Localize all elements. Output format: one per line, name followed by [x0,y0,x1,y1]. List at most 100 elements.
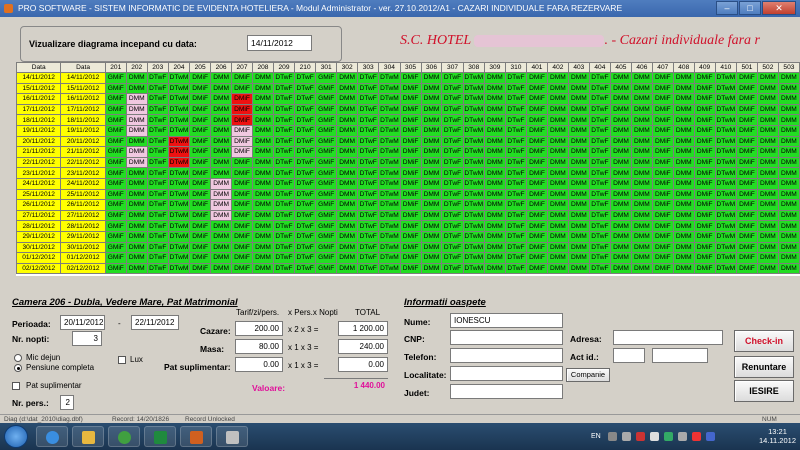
room-cell[interactable]: DMiF [189,199,212,211]
room-cell[interactable]: DMiF [735,252,758,264]
row-date-cell[interactable]: 02/12/2012 [16,262,62,275]
room-cell[interactable]: DTwF [588,209,611,222]
room-cell[interactable]: DMM [672,72,695,84]
room-cell[interactable]: DMM [777,177,800,190]
room-cell[interactable]: DMM [210,230,233,243]
room-cell[interactable]: DTwF [441,124,464,137]
room-cell[interactable]: DTwM [462,177,485,190]
room-cell[interactable]: DMM [609,252,632,264]
room-cell[interactable]: DTwM [167,188,191,201]
room-cell[interactable]: DMiF [735,199,758,211]
room-cell[interactable]: DMM [672,103,695,116]
room-cell[interactable]: DTwM [167,262,191,275]
room-cell[interactable]: DTwF [272,230,296,243]
room-cell[interactable]: DTwF [294,103,317,116]
room-cell[interactable]: DMM [251,209,274,222]
room-cell[interactable]: DMM [609,177,632,190]
room-cell[interactable]: DMiF [651,82,674,95]
room-cell[interactable]: DTwF [272,72,296,84]
room-cell[interactable]: DMM [546,72,569,84]
room-cell[interactable]: DTwF [504,177,528,190]
room-cell[interactable]: DTwF [441,188,464,201]
room-cell[interactable]: DTwM [167,252,191,264]
room-cell[interactable]: DMM [210,262,233,275]
room-cell[interactable]: DTwM [714,167,737,179]
room-cell[interactable]: GMiF [315,82,338,95]
room-cell[interactable]: DMiF [526,135,548,148]
room-cell[interactable]: DMiF [399,72,422,84]
room-cell[interactable]: DTwF [272,252,296,264]
room-cell[interactable]: GMiF [104,252,127,264]
room-cell[interactable]: DMM [609,135,632,148]
tray-speaker-icon[interactable] [678,432,687,441]
room-cell[interactable]: DMM [672,177,695,190]
table-row[interactable]: 25/11/2012 25/11/2012 GMiF DMM DTwF DTwM DMiF D… [16,188,800,201]
room-cell[interactable]: DTwF [146,156,169,169]
tray-network-icon[interactable] [622,432,631,441]
room-cell[interactable]: DMiF [399,209,422,222]
room-cell[interactable]: DMiF [651,241,674,254]
room-cell[interactable]: DMiF [651,188,674,201]
room-cell[interactable]: DMM [672,262,695,275]
room-cell[interactable]: GMiF [315,252,338,264]
room-cell[interactable]: DMM [609,72,632,84]
room-cell[interactable]: DTwF [441,230,464,243]
room-cell[interactable]: DTwF [146,188,169,201]
room-cell[interactable]: DTwM [167,241,191,254]
room-cell[interactable]: DTwF [357,135,380,148]
room-cell[interactable]: DTwM [378,209,401,222]
row-date-cell[interactable]: 15/11/2012 [60,82,106,95]
room-cell[interactable]: DMM [210,252,233,264]
room-cell[interactable]: DTwF [504,230,528,243]
tray-antivirus-icon[interactable] [636,432,645,441]
room-cell[interactable]: DMM [609,199,632,211]
room-cell[interactable]: DTwF [272,167,296,179]
room-cell[interactable]: DMM [210,146,233,158]
room-cell[interactable]: GMiF [315,262,338,275]
room-cell[interactable]: DTwF [294,124,317,137]
room-cell[interactable]: DMiF [399,230,422,243]
room-cell[interactable]: DMM [483,188,506,201]
localitate-field[interactable] [450,366,563,381]
room-cell[interactable]: DTwF [294,252,317,264]
room-cell[interactable]: DTwF [272,220,296,232]
room-cell[interactable]: DTwF [146,241,169,254]
room-cell[interactable]: DMiF [735,124,758,137]
room-cell[interactable]: DMM [420,262,443,275]
room-cell[interactable]: DTwF [588,177,611,190]
room-cell[interactable]: DMiF [189,93,212,105]
room-cell[interactable]: DMM [567,82,590,95]
room-cell[interactable]: DTwF [588,135,611,148]
room-cell[interactable]: DTwM [462,93,485,105]
room-cell[interactable]: DMiF [231,146,253,158]
room-cell[interactable]: DMM [251,220,274,232]
row-date-cell[interactable]: 21/11/2012 [16,146,62,158]
room-cell[interactable]: DTwF [441,177,464,190]
row-date-cell[interactable]: 01/12/2012 [60,252,106,264]
room-cell[interactable]: DMM [546,177,569,190]
room-cell[interactable]: DTwF [294,209,317,222]
room-cell[interactable]: DMiF [231,114,253,126]
table-row[interactable]: 02/12/2012 02/12/2012 GMiF DMM DTwF DTwM DMiF D… [16,262,800,275]
room-cell[interactable]: DTwF [294,114,317,126]
room-cell[interactable]: DMM [756,93,779,105]
table-row[interactable]: 14/11/2012 14/11/2012 GMiF DMM DTwF DTwM DMiF D… [16,72,800,84]
room-cell[interactable]: DTwF [588,220,611,232]
room-cell[interactable]: DMM [756,209,779,222]
room-cell[interactable]: DMM [483,252,506,264]
room-cell[interactable]: DMM [483,199,506,211]
room-cell[interactable]: DTwF [357,72,380,84]
table-row[interactable]: 18/11/2012 18/11/2012 GMiF DMM DTwF DTwM DMiF D… [16,114,800,126]
table-row[interactable]: 28/11/2012 28/11/2012 GMiF DMM DTwF DTwM DMiF D… [16,220,800,232]
room-cell[interactable]: DTwM [167,220,191,232]
room-cell[interactable]: DMM [567,135,590,148]
room-cell[interactable]: DTwF [588,124,611,137]
room-cell[interactable]: GMiF [315,167,338,179]
room-cell[interactable]: DTwF [272,188,296,201]
room-cell[interactable]: DMM [777,241,800,254]
room-cell[interactable]: DMM [483,262,506,275]
room-cell[interactable]: DMM [672,156,695,169]
room-cell[interactable]: DMM [630,241,653,254]
room-cell[interactable]: DTwM [378,220,401,232]
tray-volume-icon[interactable] [706,432,715,441]
